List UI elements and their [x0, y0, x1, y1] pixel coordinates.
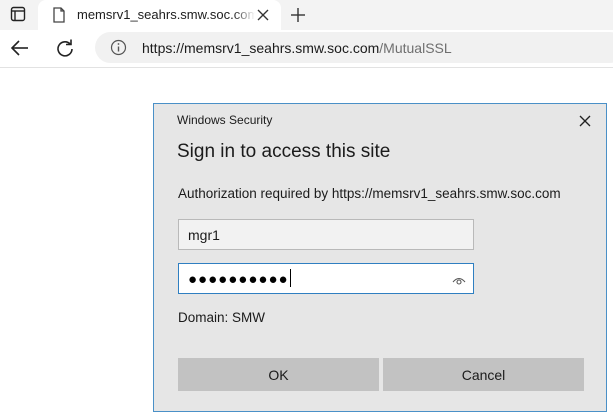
username-value: mgr1 [188, 227, 220, 243]
tab-title: memsrv1_seahrs.smw.soc.com/MutualSSL [77, 7, 255, 23]
refresh-icon[interactable] [55, 38, 75, 58]
url-host: https://memsrv1_seahrs.smw.soc.com [142, 40, 380, 56]
toolbar: https://memsrv1_seahrs.smw.soc.com/Mutua… [0, 30, 613, 68]
username-field[interactable]: mgr1 [178, 219, 474, 250]
dialog-title: Sign in to access this site [177, 141, 391, 162]
close-icon[interactable] [576, 112, 594, 130]
address-bar[interactable]: https://memsrv1_seahrs.smw.soc.com/Mutua… [95, 32, 613, 63]
url-text[interactable]: https://memsrv1_seahrs.smw.soc.com/Mutua… [142, 40, 452, 56]
browser-tab[interactable]: memsrv1_seahrs.smw.soc.com/MutualSSL [38, 0, 281, 30]
close-icon[interactable] [256, 8, 270, 22]
windows-security-dialog: Windows Security Sign in to access this … [153, 103, 607, 412]
password-value: ●●●●●●●●●● [188, 269, 291, 290]
dialog-caption: Windows Security [177, 113, 273, 127]
plus-icon[interactable] [288, 5, 308, 25]
tab-strip: memsrv1_seahrs.smw.soc.com/MutualSSL [0, 0, 613, 30]
info-icon[interactable] [110, 39, 127, 56]
dialog-message: Authorization required by https://memsrv… [178, 186, 561, 201]
domain-label: Domain: SMW [178, 310, 266, 325]
back-arrow-icon[interactable] [10, 39, 30, 57]
password-field[interactable]: ●●●●●●●●●● [178, 263, 474, 294]
ok-button[interactable]: OK [178, 358, 379, 391]
tab-actions-icon[interactable] [8, 5, 28, 23]
url-path: /MutualSSL [379, 40, 452, 56]
password-mask: ●●●●●●●●●● [188, 271, 289, 288]
eye-icon[interactable] [452, 273, 466, 285]
page-icon [52, 7, 66, 23]
text-caret [289, 269, 291, 287]
cancel-button[interactable]: Cancel [383, 358, 584, 391]
